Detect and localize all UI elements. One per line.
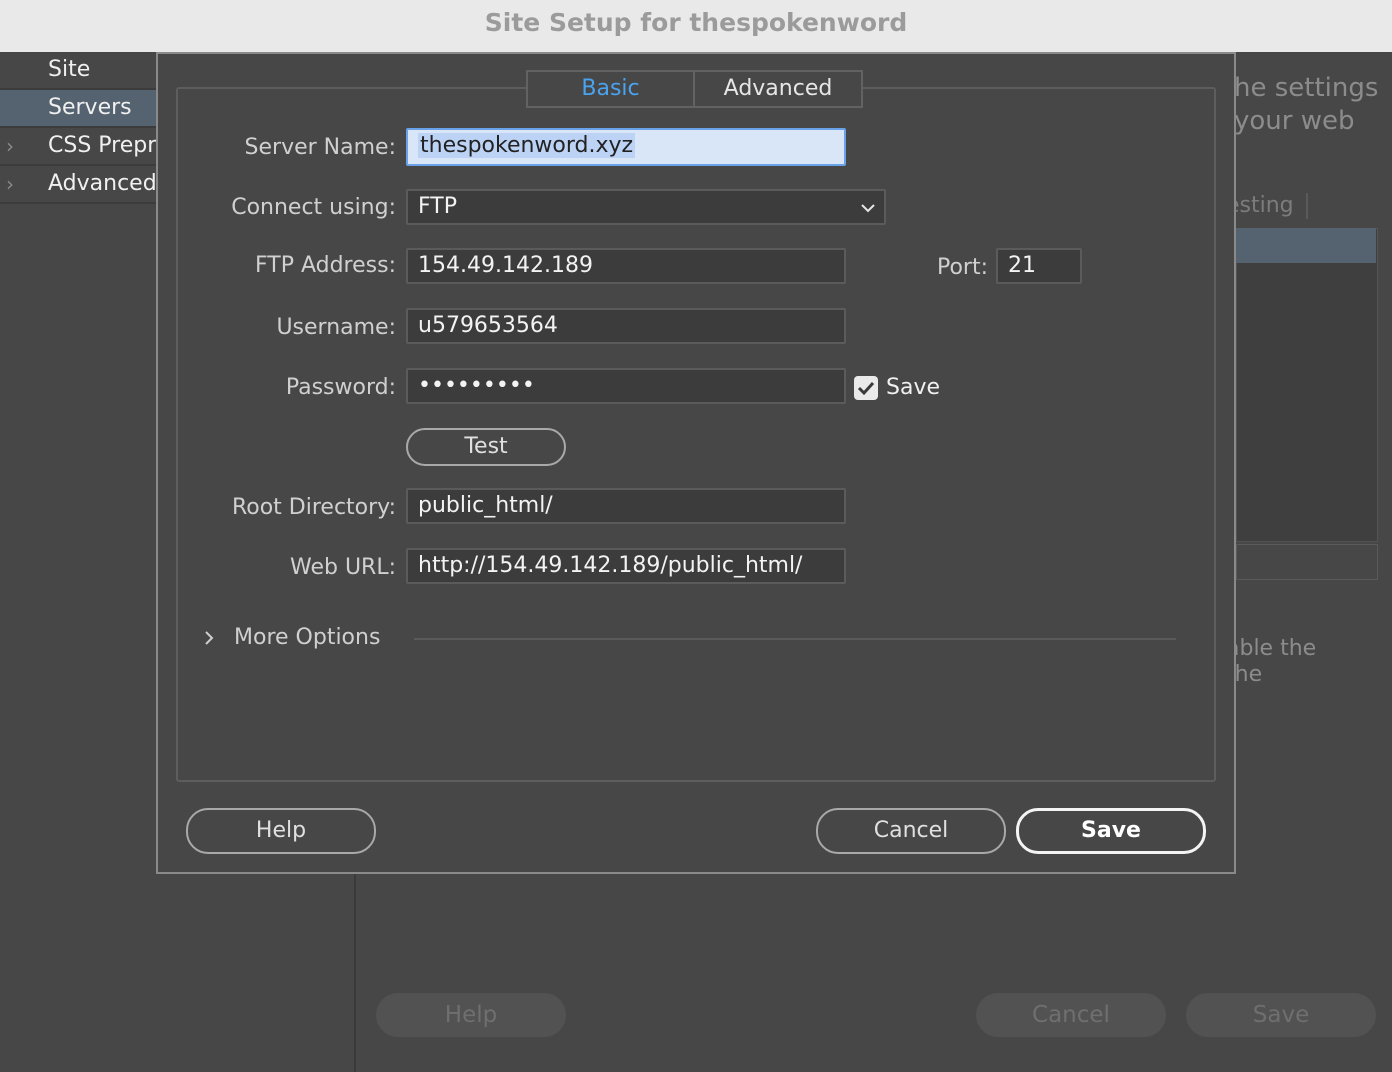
username-value: u579653564 [418, 313, 558, 338]
sidebar-item-label: CSS Prepro [48, 133, 170, 158]
background-column-header: esting [1226, 193, 1294, 218]
chevron-down-icon [861, 204, 875, 213]
connect-using-select[interactable]: FTP [406, 189, 886, 225]
password-input[interactable]: ••••••••• [406, 368, 846, 404]
chevron-right-icon[interactable]: › [6, 128, 14, 164]
web-url-label: Web URL: [289, 555, 396, 580]
background-save-button: Save [1186, 993, 1376, 1037]
root-directory-input[interactable]: public_html/ [406, 488, 846, 524]
connect-using-label: Connect using: [231, 195, 396, 220]
ftp-address-value: 154.49.142.189 [418, 253, 593, 278]
background-description-text: he settings your web [1234, 73, 1379, 136]
more-options-toggle[interactable]: More Options [202, 622, 402, 654]
test-button[interactable]: Test [406, 428, 566, 466]
root-directory-value: public_html/ [418, 493, 553, 518]
username-input[interactable]: u579653564 [406, 308, 846, 344]
save-button[interactable]: Save [1016, 808, 1206, 854]
server-list-selected-row[interactable] [1236, 228, 1376, 263]
password-value: ••••••••• [418, 373, 535, 398]
help-button[interactable]: Help [186, 808, 376, 854]
server-name-label: Server Name: [244, 135, 396, 160]
ftp-address-label: FTP Address: [255, 253, 396, 278]
web-url-input[interactable]: http://154.49.142.189/public_html/ [406, 548, 846, 584]
background-cancel-button: Cancel [976, 993, 1166, 1037]
save-password-checkbox[interactable] [854, 376, 878, 400]
ftp-address-input[interactable]: 154.49.142.189 [406, 248, 846, 284]
web-url-value: http://154.49.142.189/public_html/ [418, 553, 803, 578]
password-label: Password: [285, 375, 396, 400]
tab-basic[interactable]: Basic [526, 70, 695, 108]
sidebar-item-label: Servers [48, 95, 132, 120]
background-field [1236, 544, 1378, 580]
chevron-right-icon [205, 631, 214, 645]
checkmark-icon [857, 381, 875, 396]
port-input[interactable]: 21 [996, 248, 1082, 284]
username-label: Username: [276, 315, 396, 340]
server-name-input[interactable]: thespokenword.xyz [406, 128, 846, 166]
more-options-label: More Options [234, 625, 381, 650]
background-note-text: able the the [1226, 636, 1317, 687]
save-password-label[interactable]: Save [886, 370, 940, 406]
port-value: 21 [1008, 253, 1036, 278]
tab-advanced[interactable]: Advanced [693, 70, 863, 108]
sidebar-item-label: Site [48, 57, 91, 82]
server-name-value: thespokenword.xyz [418, 133, 636, 158]
server-list[interactable] [1236, 228, 1378, 542]
background-help-button: Help [376, 993, 566, 1037]
root-directory-label: Root Directory: [231, 495, 396, 520]
sidebar-item-label: Advanced [48, 171, 157, 196]
more-options-divider [414, 638, 1176, 640]
connect-using-value: FTP [418, 194, 457, 219]
column-divider [1306, 193, 1308, 219]
chevron-right-icon[interactable]: › [6, 166, 14, 202]
cancel-button[interactable]: Cancel [816, 808, 1006, 854]
window-title: Site Setup for thespokenword [484, 8, 908, 37]
port-label: Port: [936, 255, 988, 280]
